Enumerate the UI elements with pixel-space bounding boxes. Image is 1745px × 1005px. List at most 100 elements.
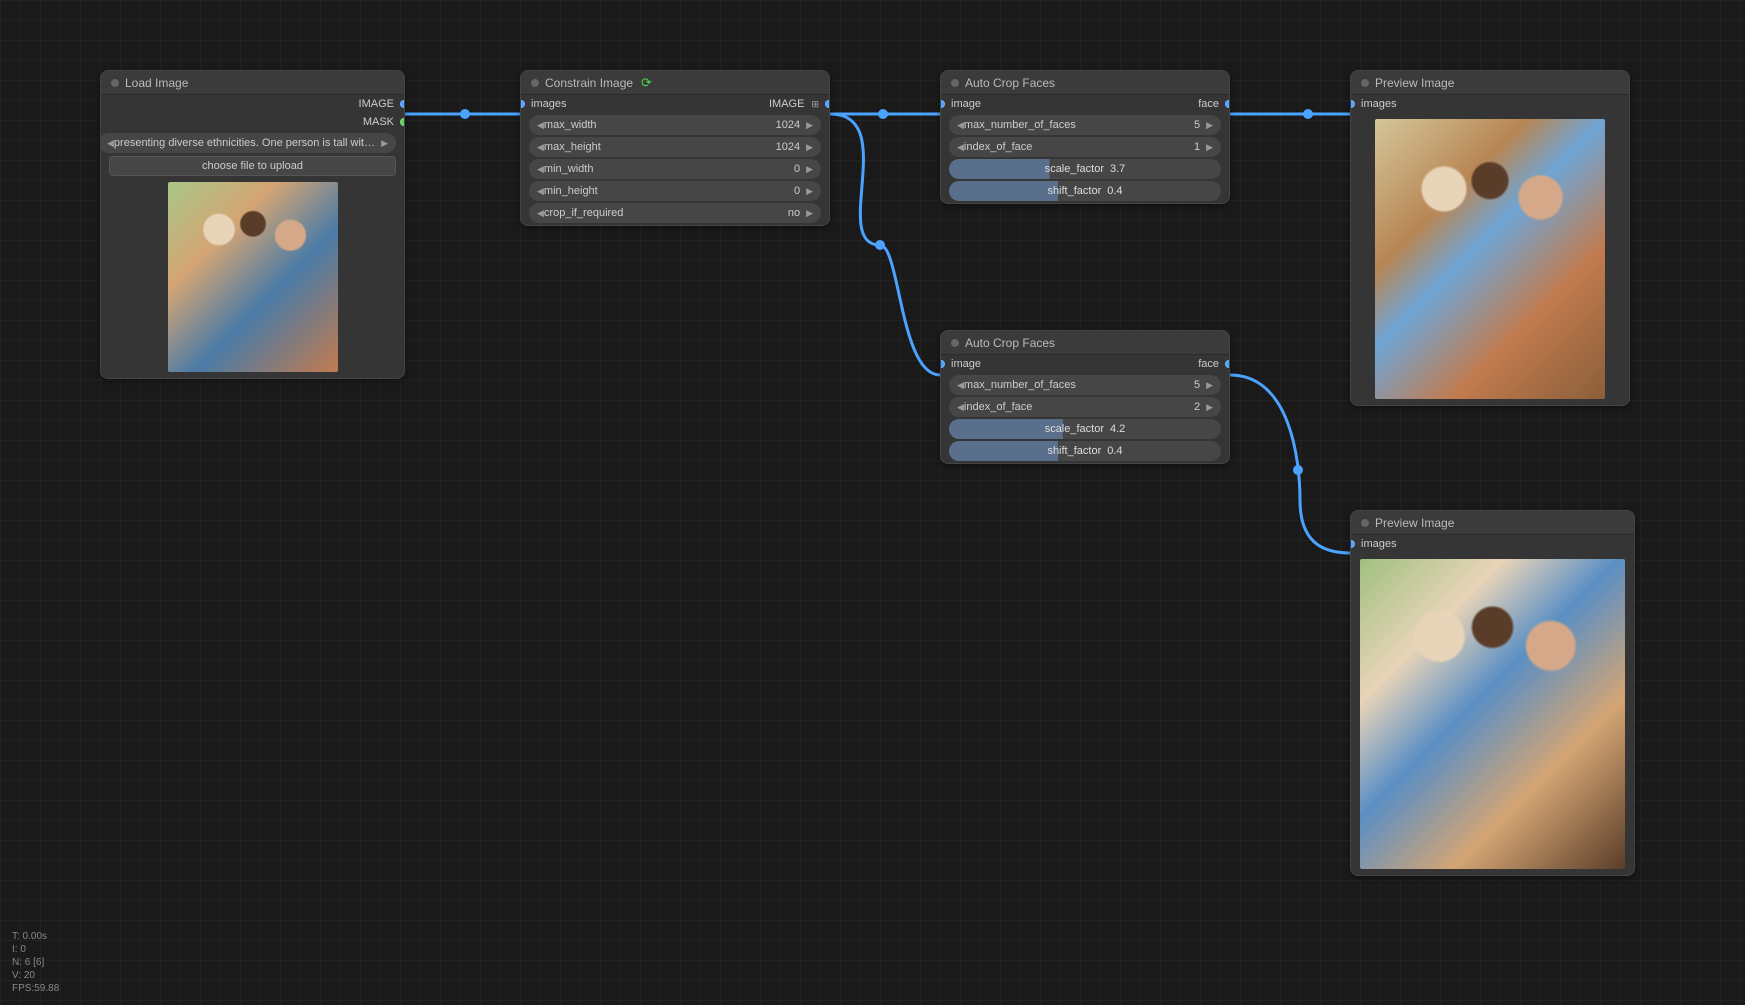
widget-label: scale_factor <box>1045 423 1104 435</box>
port-output-image[interactable] <box>825 100 830 108</box>
arrow-right-icon[interactable]: ▶ <box>1206 380 1213 391</box>
port-output-face[interactable] <box>1225 100 1230 108</box>
shift-factor-slider[interactable]: shift_factor 0.4 <box>949 181 1221 201</box>
node-title: Constrain Image <box>545 76 633 90</box>
node-graph-canvas[interactable]: Load Image IMAGE MASK ◀ presenting diver… <box>0 0 1745 1005</box>
arrow-right-icon[interactable]: ▶ <box>1206 402 1213 413</box>
port-input-image[interactable] <box>940 100 945 108</box>
port-output-image[interactable] <box>400 100 405 108</box>
widget-value: 2 <box>1194 401 1200 413</box>
max-width-widget[interactable]: ◀ max_width 1024 ▶ <box>529 115 821 135</box>
performance-stats: T: 0.00s I: 0 N: 6 [6] V: 20 FPS:59.88 <box>12 930 59 995</box>
stat-time: T: 0.00s <box>12 930 59 943</box>
port-output-face[interactable] <box>1225 360 1230 368</box>
widget-label: shift_factor <box>1047 185 1101 197</box>
output-image-label: IMAGE <box>359 98 394 110</box>
scale-factor-slider[interactable]: scale_factor 3.7 <box>949 159 1221 179</box>
port-input-images[interactable] <box>1350 100 1355 108</box>
node-auto-crop-faces-2[interactable]: Auto Crop Faces image face ◀ max_number_… <box>940 330 1230 464</box>
arrow-right-icon[interactable]: ▶ <box>806 164 813 175</box>
node-constrain-image[interactable]: Constrain Image ⟳ images IMAGE ⊞ ◀ max_w… <box>520 70 830 226</box>
widget-value: 0 <box>794 163 800 175</box>
collapse-dot-icon[interactable] <box>951 79 959 87</box>
port-input-images[interactable] <box>520 100 525 108</box>
link-dot <box>460 109 470 119</box>
collapse-dot-icon[interactable] <box>1361 519 1369 527</box>
scale-factor-slider[interactable]: scale_factor 4.2 <box>949 419 1221 439</box>
crop-if-required-widget[interactable]: ◀ crop_if_required no ▶ <box>529 203 821 223</box>
stat-fps: FPS:59.88 <box>12 982 59 995</box>
arrow-right-icon[interactable]: ▶ <box>806 120 813 131</box>
preview-thumbnail <box>1360 559 1625 869</box>
node-title: Auto Crop Faces <box>965 76 1055 90</box>
arrow-right-icon[interactable]: ▶ <box>806 186 813 197</box>
widget-label: min_height <box>544 185 598 197</box>
stat-nodes: N: 6 [6] <box>12 956 59 969</box>
node-header[interactable]: Preview Image <box>1351 71 1629 95</box>
link-dot <box>1303 109 1313 119</box>
node-header[interactable]: Constrain Image ⟳ <box>521 71 829 95</box>
arrow-left-icon[interactable]: ◀ <box>957 120 964 131</box>
arrow-right-icon[interactable]: ▶ <box>806 142 813 153</box>
upload-button[interactable]: choose file to upload <box>109 156 396 176</box>
arrow-left-icon[interactable]: ◀ <box>107 138 114 149</box>
arrow-left-icon[interactable]: ◀ <box>957 142 964 153</box>
port-output-mask[interactable] <box>400 118 405 126</box>
shift-factor-slider[interactable]: shift_factor 0.4 <box>949 441 1221 461</box>
arrow-right-icon[interactable]: ▶ <box>381 138 388 149</box>
input-images-label: images <box>1361 538 1396 550</box>
arrow-right-icon[interactable]: ▶ <box>1206 120 1213 131</box>
output-mask-label: MASK <box>363 116 394 128</box>
collapse-dot-icon[interactable] <box>111 79 119 87</box>
filename-widget[interactable]: ◀ presenting diverse ethnicities. One pe… <box>100 133 396 153</box>
node-title: Preview Image <box>1375 516 1454 530</box>
widget-value: 1024 <box>776 141 800 153</box>
arrow-left-icon[interactable]: ◀ <box>537 164 544 175</box>
node-load-image[interactable]: Load Image IMAGE MASK ◀ presenting diver… <box>100 70 405 379</box>
preview-thumbnail <box>1375 119 1605 399</box>
widget-value: 1 <box>1194 141 1200 153</box>
output-face-label: face <box>1198 98 1219 110</box>
widget-label: index_of_face <box>964 401 1033 413</box>
node-header[interactable]: Preview Image <box>1351 511 1634 535</box>
port-input-image[interactable] <box>940 360 945 368</box>
widget-label: crop_if_required <box>544 207 624 219</box>
widget-label: max_height <box>544 141 601 153</box>
arrow-right-icon[interactable]: ▶ <box>1206 142 1213 153</box>
arrow-right-icon[interactable]: ▶ <box>806 208 813 219</box>
arrow-left-icon[interactable]: ◀ <box>957 380 964 391</box>
port-input-images[interactable] <box>1350 540 1355 548</box>
widget-value: 0.4 <box>1107 445 1122 457</box>
arrow-left-icon[interactable]: ◀ <box>537 120 544 131</box>
node-preview-image-1[interactable]: Preview Image images <box>1350 70 1630 406</box>
image-thumbnail <box>168 182 338 372</box>
stat-iterations: I: 0 <box>12 943 59 956</box>
max-faces-widget[interactable]: ◀ max_number_of_faces 5 ▶ <box>949 115 1221 135</box>
input-image-label: image <box>951 358 981 370</box>
min-height-widget[interactable]: ◀ min_height 0 ▶ <box>529 181 821 201</box>
collapse-dot-icon[interactable] <box>531 79 539 87</box>
widget-label: min_width <box>544 163 594 175</box>
node-header[interactable]: Auto Crop Faces <box>941 331 1229 355</box>
collapse-dot-icon[interactable] <box>1361 79 1369 87</box>
arrow-left-icon[interactable]: ◀ <box>957 402 964 413</box>
grid-icon: ⊞ <box>811 99 819 110</box>
arrow-left-icon[interactable]: ◀ <box>537 186 544 197</box>
node-preview-image-2[interactable]: Preview Image images <box>1350 510 1635 876</box>
arrow-left-icon[interactable]: ◀ <box>537 142 544 153</box>
node-auto-crop-faces-1[interactable]: Auto Crop Faces image face ◀ max_number_… <box>940 70 1230 204</box>
node-header[interactable]: Auto Crop Faces <box>941 71 1229 95</box>
min-width-widget[interactable]: ◀ min_width 0 ▶ <box>529 159 821 179</box>
index-face-widget[interactable]: ◀ index_of_face 2 ▶ <box>949 397 1221 417</box>
output-face-label: face <box>1198 358 1219 370</box>
node-title: Load Image <box>125 76 188 90</box>
refresh-icon[interactable]: ⟳ <box>641 75 652 91</box>
node-header[interactable]: Load Image <box>101 71 404 95</box>
max-height-widget[interactable]: ◀ max_height 1024 ▶ <box>529 137 821 157</box>
input-images-label: images <box>1361 98 1396 110</box>
collapse-dot-icon[interactable] <box>951 339 959 347</box>
max-faces-widget[interactable]: ◀ max_number_of_faces 5 ▶ <box>949 375 1221 395</box>
arrow-left-icon[interactable]: ◀ <box>537 208 544 219</box>
index-face-widget[interactable]: ◀ index_of_face 1 ▶ <box>949 137 1221 157</box>
link-dot <box>875 240 885 250</box>
